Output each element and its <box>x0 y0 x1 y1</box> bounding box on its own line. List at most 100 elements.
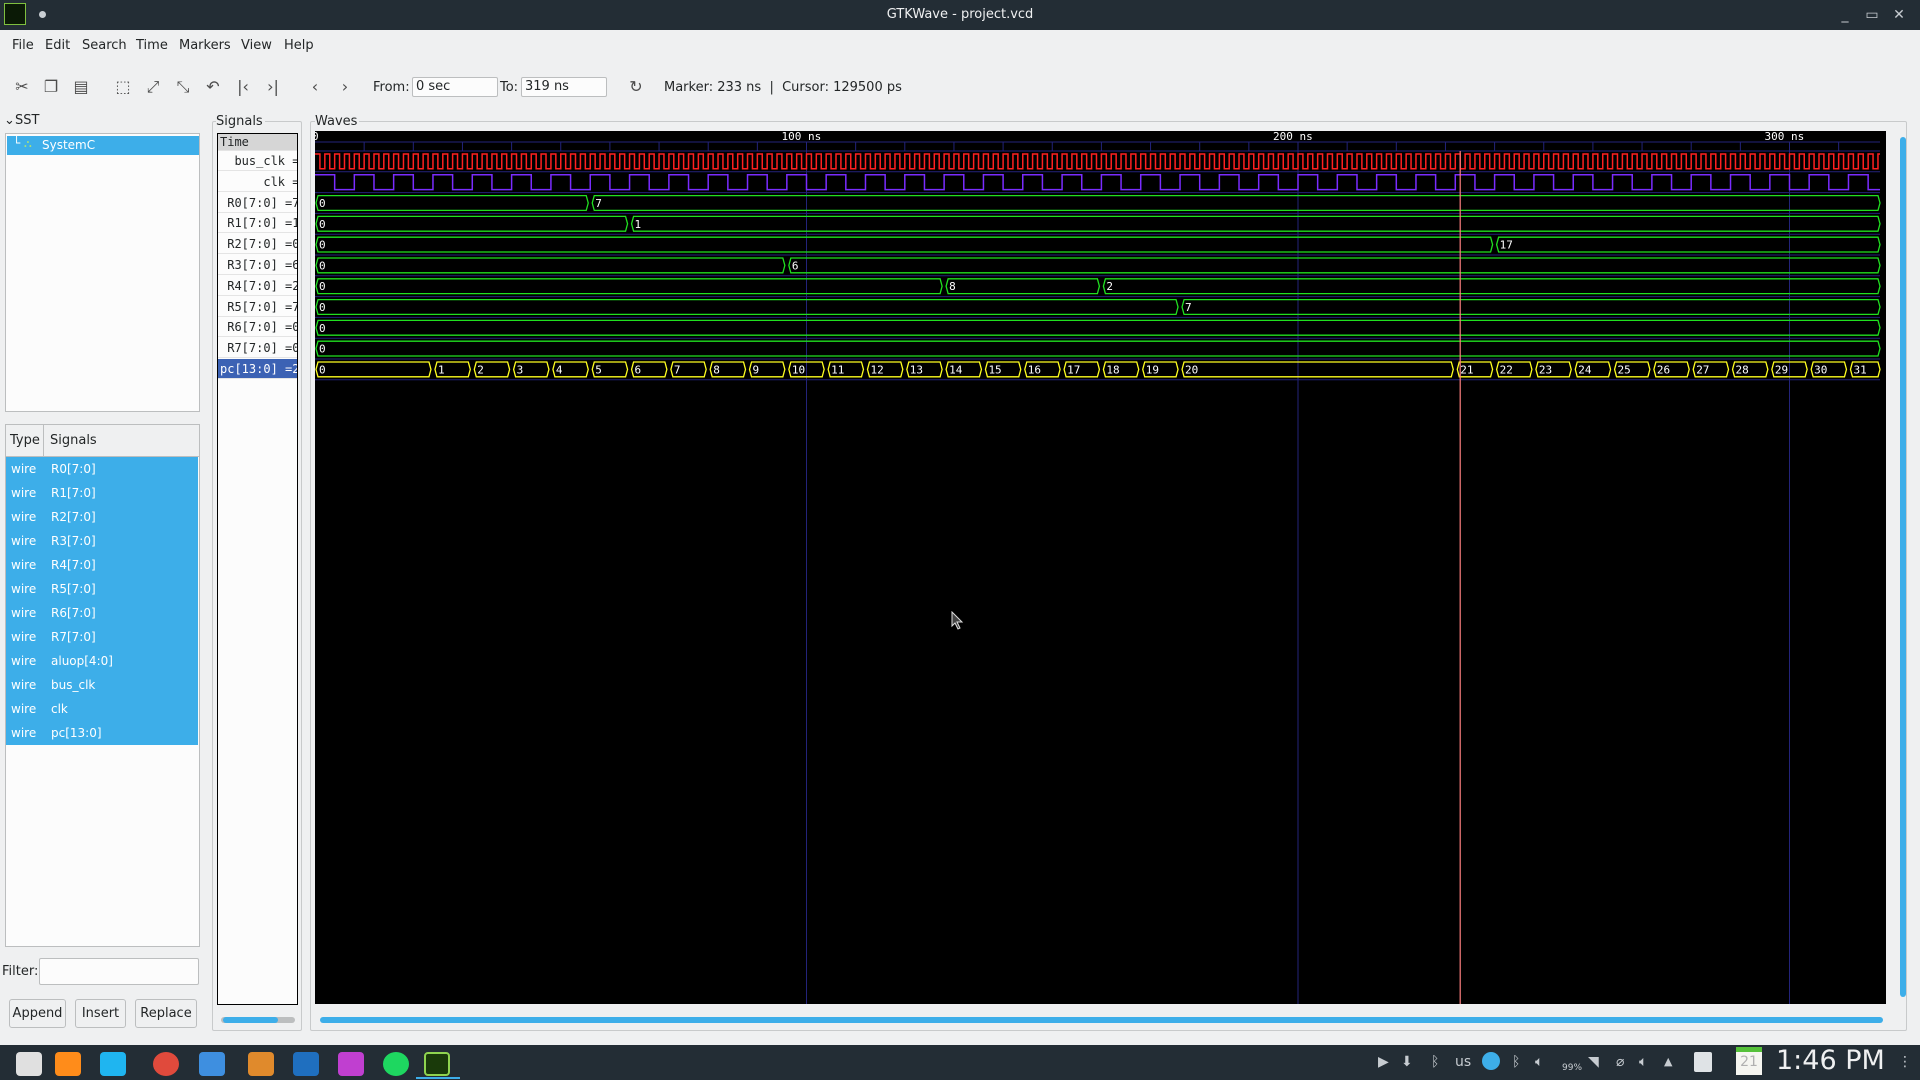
bluetooth-icon[interactable]: ᛒ <box>1431 1052 1439 1072</box>
notes-icon[interactable] <box>1694 1052 1712 1072</box>
weather-icon[interactable] <box>1482 1052 1500 1070</box>
gtkwave-icon[interactable] <box>416 1049 460 1079</box>
tree-item-systemc[interactable]: └ ⛬ SystemC <box>7 136 199 155</box>
signal-names-pane[interactable]: Time bus_clk =1 clk =1 R0[7:0] =7 R1[7:0… <box>217 133 298 1005</box>
minimize-icon[interactable]: _ <box>1835 5 1855 25</box>
expand-tray-icon[interactable]: ▶ <box>1378 1052 1389 1072</box>
column-header-type[interactable]: Type <box>6 425 44 457</box>
firefox-icon[interactable] <box>47 1049 87 1079</box>
phpstorm-icon[interactable] <box>330 1049 370 1079</box>
signal-table-row[interactable]: wire R7[7:0] <box>6 625 198 649</box>
panel-options-icon[interactable]: ⋮ <box>1898 1052 1912 1072</box>
arrow-app-icon-glyph <box>100 1052 126 1076</box>
wifi-icon[interactable]: ◥ <box>1588 1052 1599 1072</box>
zoom-to-start-icon[interactable]: |‹ <box>232 76 254 98</box>
sst-tree[interactable] <box>5 133 200 412</box>
signal-name-row[interactable]: clk =1 <box>218 172 297 192</box>
bluetooth-icon-2[interactable]: ᛒ <box>1512 1052 1520 1072</box>
x-app-icon[interactable] <box>240 1049 280 1079</box>
zoom-to-end-icon[interactable]: ›| <box>262 76 284 98</box>
signal-type: wire <box>11 678 37 692</box>
signal-name-row[interactable]: R3[7:0] =6 <box>218 255 297 275</box>
mouse-pointer-icon <box>951 611 964 630</box>
signal-table-row[interactable]: wire R1[7:0] <box>6 481 198 505</box>
menu-markers[interactable]: Markers <box>179 38 231 53</box>
signal-name-row[interactable]: R6[7:0] =0 <box>218 317 297 338</box>
volume-icon-2[interactable]: 🔈︎ <box>1639 1052 1647 1072</box>
signal-name-row[interactable]: bus_clk =1 <box>218 151 297 171</box>
vscode-icon[interactable] <box>285 1049 325 1079</box>
insert-button[interactable]: Insert <box>75 999 126 1028</box>
replace-button[interactable]: Replace <box>135 999 197 1028</box>
signal-name-row[interactable]: pc[13:0] =21 <box>218 359 297 379</box>
to-input[interactable]: 319 ns <box>521 77 607 97</box>
menu-time[interactable]: Time <box>136 38 168 53</box>
from-input[interactable]: 0 sec <box>412 77 498 97</box>
signal-name: R4[7:0] <box>51 558 96 572</box>
paste-icon[interactable]: ▤ <box>70 76 92 98</box>
signal-name-row[interactable]: R1[7:0] =1 <box>218 213 297 234</box>
download-icon[interactable]: ⬇ <box>1401 1052 1413 1072</box>
arrow-app-icon[interactable] <box>92 1049 132 1079</box>
signal-name-row[interactable]: R5[7:0] =7 <box>218 297 297 317</box>
keyboard-layout[interactable]: us <box>1455 1052 1471 1072</box>
pc-value-label: 24 <box>1578 363 1592 376</box>
signal-table-row[interactable]: wire R5[7:0] <box>6 577 198 601</box>
reload-icon[interactable]: ↻ <box>625 76 647 98</box>
show-hidden-icon[interactable]: ▲ <box>1664 1052 1672 1072</box>
pc-value-label: 17 <box>1067 363 1080 376</box>
filter-input[interactable] <box>39 958 199 985</box>
signal-table-row[interactable]: wire R2[7:0] <box>6 505 198 529</box>
undo-zoom-icon[interactable]: ↶ <box>202 76 224 98</box>
menu-bar: File Edit Search Time Markers View Help <box>0 30 1920 62</box>
menu-help[interactable]: Help <box>284 38 314 53</box>
cut-icon[interactable]: ✂ <box>11 76 33 98</box>
spotify-icon[interactable] <box>375 1049 415 1079</box>
waveform-canvas[interactable]: 0 100 ns 200 ns 300 ns 0 7 0 1 0 17 0 6 0 8 2 0 7 0 0 0 1 2 3 4… <box>315 131 1886 1004</box>
signal-table-row[interactable]: wire clk <box>6 697 198 721</box>
zoom-out-icon[interactable]: ⤡ <box>172 76 194 98</box>
files-icon[interactable] <box>191 1049 231 1079</box>
column-header-signals[interactable]: Signals <box>44 425 199 457</box>
signal-table-row[interactable]: wire R4[7:0] <box>6 553 198 577</box>
signal-type: wire <box>11 582 37 596</box>
clipboard-icon[interactable]: ⌀ <box>1616 1052 1624 1072</box>
copy-icon[interactable]: ❐ <box>40 76 62 98</box>
signal-type: wire <box>11 654 37 668</box>
volume-icon[interactable]: 🔈︎ <box>1535 1052 1543 1072</box>
calendar-icon[interactable]: 21 <box>1736 1047 1762 1075</box>
signal-table-row[interactable]: wire bus_clk <box>6 673 198 697</box>
signal-table-row[interactable]: wire R0[7:0] <box>6 457 198 481</box>
signal-table-row[interactable]: wire R6[7:0] <box>6 601 198 625</box>
maximize-icon[interactable]: ▭ <box>1862 5 1882 25</box>
close-icon[interactable]: ✕ <box>1889 5 1909 25</box>
zoom-fit-icon[interactable]: ⬚ <box>112 76 134 98</box>
chrome-icon[interactable] <box>145 1049 185 1079</box>
append-button[interactable]: Append <box>9 999 66 1028</box>
menu-edit[interactable]: Edit <box>45 38 70 53</box>
R2-value-label: 0 <box>319 239 326 252</box>
menu-view[interactable]: View <box>241 38 272 53</box>
zoom-in-icon[interactable]: ⤢ <box>142 76 164 98</box>
tree-branch-icon: └ <box>13 136 21 150</box>
sst-collapse-icon[interactable]: ⌄ <box>4 113 15 128</box>
signals-hscroll-thumb[interactable] <box>223 1017 278 1023</box>
R0-value-label: 0 <box>319 197 326 210</box>
signal-table-row[interactable]: wire aluop[4:0] <box>6 649 198 673</box>
clock[interactable]: 1:46 PM <box>1776 1047 1885 1075</box>
prev-edge-icon[interactable]: ‹ <box>304 76 326 98</box>
menu-search[interactable]: Search <box>82 38 127 53</box>
waves-hscroll-thumb[interactable] <box>320 1017 1883 1023</box>
signal-table-row[interactable]: wire R3[7:0] <box>6 529 198 553</box>
next-edge-icon[interactable]: › <box>334 76 356 98</box>
signal-name-row[interactable]: R0[7:0] =7 <box>218 193 297 213</box>
menu-file[interactable]: File <box>12 38 34 53</box>
signal-name-row[interactable]: R2[7:0] =0 <box>218 234 297 255</box>
signal-table-row[interactable]: wire pc[13:0] <box>6 721 198 745</box>
signal-name-row[interactable]: R4[7:0] =2 <box>218 276 297 296</box>
R3-value-label: 6 <box>792 259 799 272</box>
battery-icon[interactable]: 99% <box>1562 1058 1582 1078</box>
signal-name-row[interactable]: R7[7:0] =0 <box>218 338 297 359</box>
waves-vscroll-thumb[interactable] <box>1900 137 1906 997</box>
launcher-icon[interactable] <box>8 1049 48 1079</box>
